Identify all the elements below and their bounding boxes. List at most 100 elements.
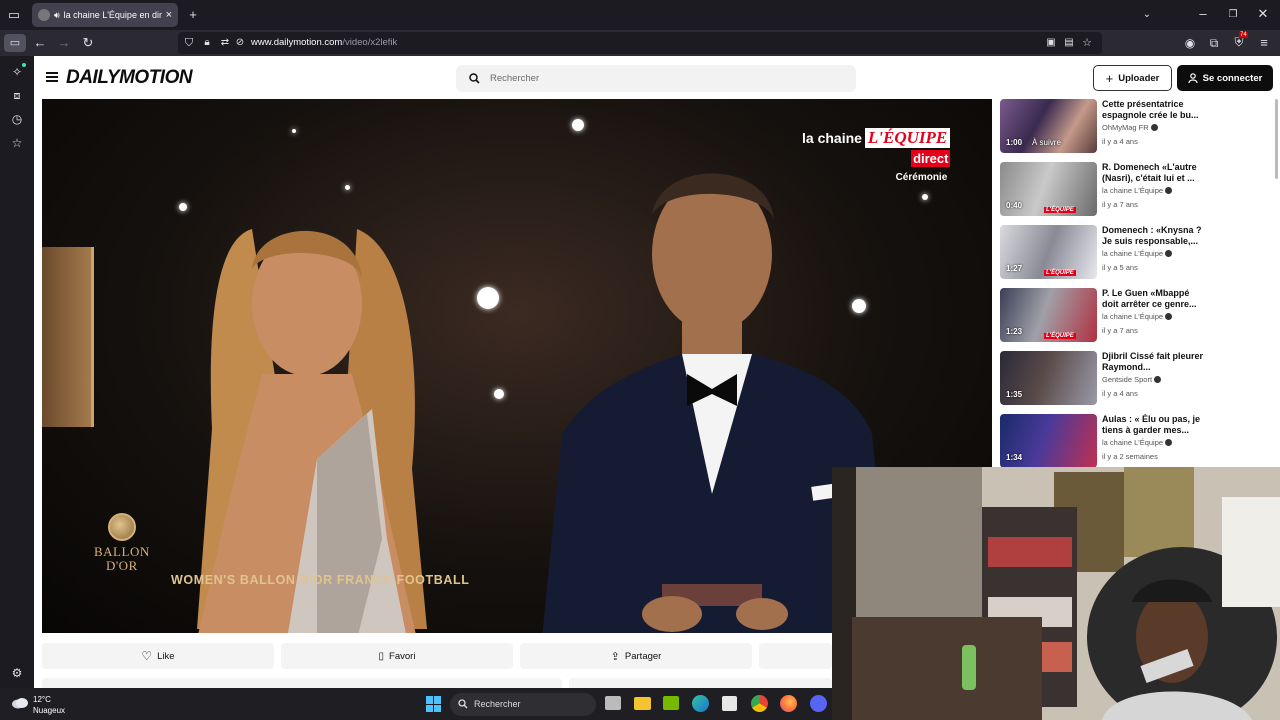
suggested-video[interactable]: 1:35 Djibril Cissé fait pleurer Raymond.… (1000, 351, 1260, 407)
settings-gear-icon[interactable]: ⚙ (9, 665, 25, 681)
back-icon[interactable]: ← (32, 35, 48, 51)
weather-widget[interactable]: 12°C Nuageux (33, 694, 65, 716)
notification-dot (22, 63, 26, 67)
url-host: www.dailymotion.com (251, 37, 343, 48)
video-thumbnail[interactable]: 1:34 (1000, 414, 1097, 468)
extensions-icon[interactable]: ⧉ (1206, 35, 1222, 51)
video-title[interactable]: Djibril Cissé fait pleurer Raymond... (1102, 351, 1206, 373)
new-tab-icon[interactable]: + (186, 7, 200, 23)
award-logo-line2: D'OR (105, 558, 138, 573)
sidebar-scrollbar[interactable] (1275, 99, 1278, 179)
favorite-button[interactable]: ▯ Favori (281, 643, 513, 669)
verified-icon (1165, 439, 1173, 446)
autoplay-blocked-icon[interactable]: ⊘ (233, 35, 247, 51)
forward-icon[interactable]: → (56, 35, 72, 51)
chrome-icon[interactable] (751, 695, 768, 712)
video-caption: WOMEN'S BALLON D'OR FRANCE FOOTBALL (171, 573, 470, 587)
permissions-icon[interactable]: ⇄ (218, 35, 232, 51)
suggested-video[interactable]: 1:27 L'ÉQUIPE Domenech : «Knysna ? Je su… (1000, 225, 1260, 281)
channel-name[interactable]: Gentside Sport (1102, 375, 1162, 384)
video-title[interactable]: Cette présentatrice espagnole crée le bu… (1102, 99, 1206, 121)
maximize-icon[interactable]: ❐ (1226, 7, 1240, 23)
channel-name[interactable]: la chaine L'Équipe (1102, 186, 1173, 195)
verified-icon (1150, 124, 1158, 131)
firefox-icon[interactable] (780, 695, 797, 712)
browser-sidebar: ✧ ⧈ ◷ ☆ ⚙ (0, 56, 34, 688)
video-title[interactable]: Aulas : « Élu ou pas, je tiens à garder … (1102, 414, 1206, 436)
temperature: 12°C (33, 695, 51, 704)
edge-icon[interactable] (692, 695, 709, 712)
video-age: il y a 4 ans (1102, 137, 1138, 146)
reload-icon[interactable]: ↻ (80, 35, 96, 51)
suggested-video[interactable]: 1:34 Aulas : « Élu ou pas, je tiens à ga… (1000, 414, 1260, 470)
channel-name[interactable]: la chaine L'Équipe (1102, 312, 1173, 321)
window-close-icon[interactable]: ✕ (1256, 6, 1270, 22)
address-bar[interactable]: ⛉ 🔒︎ ⇄ ⊘ www.dailymotion.com/video/x2lef… (178, 32, 1102, 54)
chevron-down-icon[interactable]: ⌄ (1140, 7, 1154, 23)
video-thumbnail[interactable]: 1:35 (1000, 351, 1097, 405)
search-icon (469, 73, 480, 84)
trophy-case-prop (42, 247, 94, 427)
plus-icon: + (1105, 70, 1114, 86)
windows-start-icon[interactable] (426, 696, 442, 712)
hamburger-menu-icon[interactable] (46, 72, 58, 82)
shield-icon[interactable]: ⛉ (182, 35, 196, 51)
cloud-icon (12, 698, 28, 709)
video-thumbnail[interactable]: 1:00 À suivre (1000, 99, 1097, 153)
suggested-video[interactable]: 0:40 L'ÉQUIPE R. Domenech «L'autre (Nasr… (1000, 162, 1260, 218)
menu-icon[interactable]: ≡ (1256, 35, 1272, 51)
login-button[interactable]: Se connecter (1177, 65, 1273, 91)
more-actions-button[interactable] (759, 643, 832, 669)
video-title[interactable]: P. Le Guen «Mbappé doit arrêter ce genre… (1102, 288, 1206, 310)
tab-list-icon[interactable]: ▭ (6, 7, 22, 23)
up-next-label: À suivre (1032, 138, 1061, 147)
bookmarks-star-icon[interactable]: ☆ (9, 135, 25, 151)
video-thumbnail[interactable]: 1:23 L'ÉQUIPE (1000, 288, 1097, 342)
task-view-icon[interactable] (605, 696, 621, 710)
channel-name[interactable]: la chaine L'Équipe (1102, 438, 1173, 447)
search-placeholder: Rechercher (490, 73, 540, 84)
video-thumbnail[interactable]: 1:27 L'ÉQUIPE (1000, 225, 1097, 279)
upload-button[interactable]: + Uploader (1093, 65, 1172, 91)
taskbar-search[interactable]: Rechercher (450, 693, 596, 716)
duration-badge: 1:27 (1006, 264, 1023, 273)
video-title[interactable]: Domenech : «Knysna ? Je suis responsable… (1102, 225, 1206, 247)
channel-name[interactable]: OhMyMag FR (1102, 123, 1158, 132)
sidebar-toggle-icon[interactable]: ▭ (4, 34, 26, 52)
video-thumbnail[interactable]: 0:40 L'ÉQUIPE (1000, 162, 1097, 216)
ballon-dor-ball-icon (107, 513, 136, 541)
browser-nav-bar: ▭ ← → ↻ ⛉ 🔒︎ ⇄ ⊘ www.dailymotion.com/vid… (0, 30, 1280, 56)
user-icon (1188, 73, 1198, 83)
channel-tag: L'ÉQUIPE (1044, 207, 1076, 213)
picture-in-picture-icon[interactable]: ▣ (1044, 35, 1058, 51)
channel-name[interactable]: la chaine L'Équipe (1102, 249, 1173, 258)
program-label: Cérémonie (895, 172, 948, 183)
store-icon[interactable] (722, 696, 737, 711)
comments-panel (569, 678, 832, 688)
lock-icon[interactable]: 🔒︎ (200, 35, 214, 51)
search-input[interactable]: Rechercher (456, 65, 856, 92)
suggested-video[interactable]: 1:00 À suivre Cette présentatrice espagn… (1000, 99, 1260, 155)
discord-icon[interactable] (810, 695, 827, 712)
presenter-woman (197, 229, 427, 633)
minimize-icon[interactable]: – (1196, 6, 1210, 22)
browser-tab[interactable]: 🔊︎ la chaine L'Équipe en direct × (32, 3, 178, 27)
speaker-icon[interactable]: 🔊︎ (54, 10, 60, 21)
account-icon[interactable]: ◉ (1182, 35, 1198, 51)
synced-tabs-icon[interactable]: ⧈ (9, 88, 25, 104)
history-icon[interactable]: ◷ (9, 111, 25, 127)
suggested-video[interactable]: 1:23 L'ÉQUIPE P. Le Guen «Mbappé doit ar… (1000, 288, 1260, 344)
description-panel (42, 678, 562, 688)
site-logo[interactable]: DAILYMOTION (66, 67, 193, 89)
reader-view-icon[interactable]: ▤ (1062, 35, 1076, 51)
file-explorer-icon[interactable] (634, 697, 651, 710)
nvidia-icon[interactable] (663, 696, 679, 710)
close-icon[interactable]: × (166, 9, 172, 21)
bookmark-star-icon[interactable]: ☆ (1080, 35, 1094, 51)
video-title[interactable]: R. Domenech «L'autre (Nasri), c'était lu… (1102, 162, 1206, 184)
like-button[interactable]: ♡ Like (42, 643, 274, 669)
login-label: Se connecter (1202, 72, 1263, 84)
bokeh-light (922, 194, 928, 200)
share-button[interactable]: ⇪ Partager (520, 643, 752, 669)
heart-icon: ♡ (141, 649, 153, 663)
